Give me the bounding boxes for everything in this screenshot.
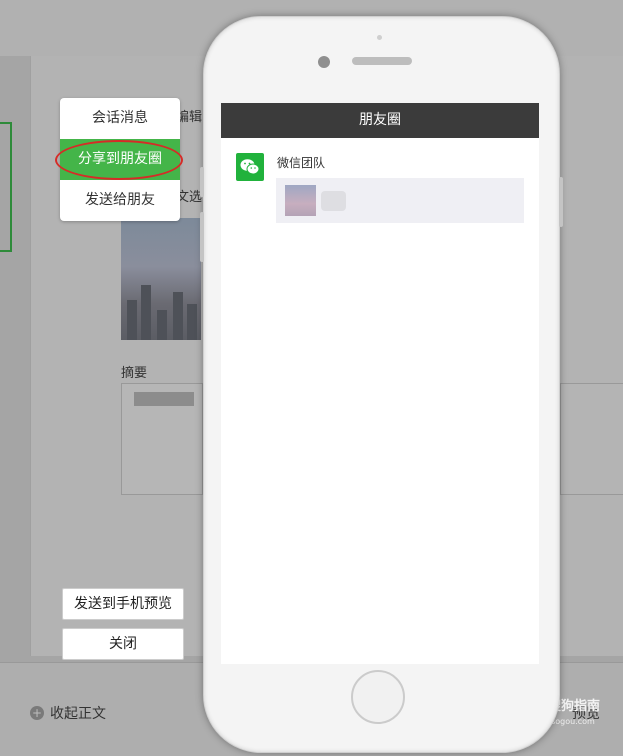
volume-button: [200, 167, 204, 197]
highlight-ring: [55, 140, 183, 180]
collapse-label: 收起正文: [50, 706, 106, 722]
phone-screen: 朋友圈 微信团队: [221, 103, 539, 664]
summary-textarea[interactable]: [121, 383, 203, 495]
summary-label: 摘要: [121, 366, 148, 381]
menu-item-send-friend[interactable]: 发送给朋友: [60, 180, 180, 221]
wechat-icon: [236, 153, 264, 181]
earpiece-speaker: [352, 57, 412, 65]
article-title-blurred: [321, 191, 346, 211]
right-panel-box: [560, 383, 623, 495]
post-author: 微信团队: [277, 156, 326, 170]
plus-icon: +: [30, 706, 44, 720]
home-button: [351, 670, 405, 724]
power-button: [559, 177, 563, 227]
moments-title: 朋友圈: [221, 103, 539, 138]
selected-article-frame: [0, 122, 12, 252]
front-camera: [318, 56, 330, 68]
sensor-dot: [377, 35, 382, 40]
shared-article-card[interactable]: [276, 178, 524, 223]
menu-item-chat[interactable]: 会话消息: [60, 98, 180, 139]
close-button[interactable]: 关闭: [62, 628, 184, 660]
article-thumbnail: [285, 185, 316, 216]
send-preview-button[interactable]: 发送到手机预览: [62, 588, 184, 620]
phone-preview: 朋友圈 微信团队: [200, 16, 563, 753]
cover-image: [121, 218, 201, 340]
collapse-toggle[interactable]: + 收起正文: [30, 703, 106, 723]
volume-button-2: [200, 212, 204, 262]
